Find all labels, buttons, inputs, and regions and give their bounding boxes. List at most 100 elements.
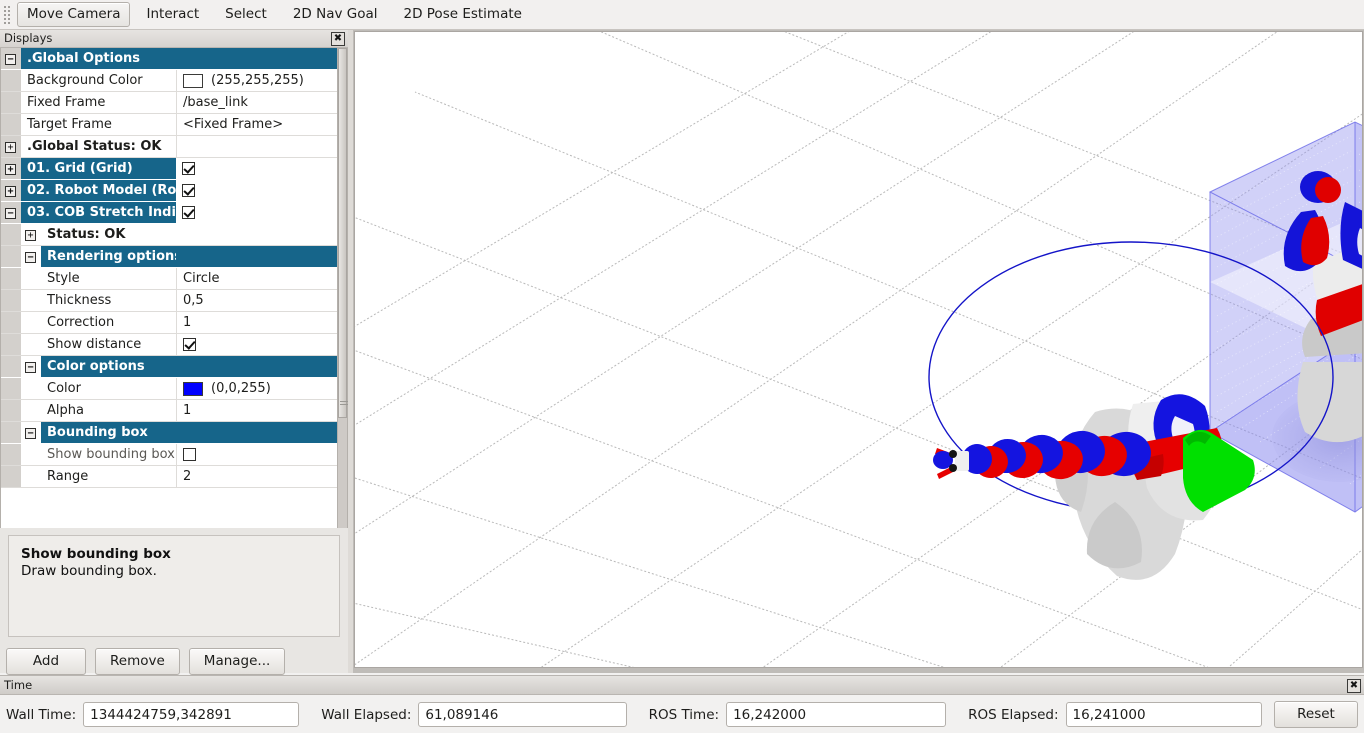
tree-row-grid-display[interactable]: + 01. Grid (Grid) <box>1 158 338 180</box>
expand-icon[interactable]: + <box>5 142 16 153</box>
fixed-frame-value[interactable]: /base_link <box>176 92 338 113</box>
tree-row-show-distance[interactable]: Show distance <box>1 334 338 356</box>
ros-time-input[interactable] <box>726 702 946 727</box>
manage-button[interactable]: Manage... <box>189 648 286 675</box>
tool-interact[interactable]: Interact <box>136 2 209 27</box>
wall-elapsed-input[interactable] <box>418 702 626 727</box>
alpha-value[interactable]: 1 <box>176 400 338 421</box>
tree-row-value[interactable] <box>176 158 338 179</box>
tree-row-label: Alpha <box>41 400 176 421</box>
add-button[interactable]: Add <box>6 648 86 675</box>
tree-row-value[interactable]: (255,255,255) <box>176 70 338 91</box>
tree-row-color[interactable]: Color (0,0,255) <box>1 378 338 400</box>
cob-stretch-enabled-checkbox[interactable] <box>182 206 195 219</box>
reset-button[interactable]: Reset <box>1274 701 1358 728</box>
ros-elapsed-input[interactable] <box>1066 702 1262 727</box>
toolbar-drag-handle[interactable] <box>2 4 11 26</box>
show-bounding-box-checkbox[interactable] <box>183 448 196 461</box>
tree-row-label: 02. Robot Model (Ro <box>21 180 176 201</box>
expand-icon[interactable]: + <box>5 164 16 175</box>
style-value[interactable]: Circle <box>176 268 338 289</box>
target-frame-value[interactable]: <Fixed Frame> <box>176 114 338 135</box>
tree-row-label: Fixed Frame <box>21 92 176 113</box>
tree-row-value <box>176 136 338 157</box>
tree-row-show-bounding-box[interactable]: Show bounding box <box>1 444 338 466</box>
tree-subgutter <box>21 334 41 355</box>
tree-gutter <box>1 400 21 421</box>
color-swatch-blue[interactable] <box>183 382 203 396</box>
close-icon[interactable]: ✖ <box>331 32 345 46</box>
tree-row-alpha[interactable]: Alpha 1 <box>1 400 338 422</box>
collapse-icon[interactable]: − <box>5 208 16 219</box>
tree-row-value <box>176 224 338 245</box>
tree-gutter <box>1 312 21 333</box>
correction-value[interactable]: 1 <box>176 312 338 333</box>
collapse-icon[interactable]: − <box>25 362 36 373</box>
collapse-icon[interactable]: − <box>5 54 16 65</box>
grid-enabled-checkbox[interactable] <box>182 162 195 175</box>
tree-row-label: Thickness <box>41 290 176 311</box>
tree-row-style[interactable]: Style Circle <box>1 268 338 290</box>
displays-panel-title: Displays <box>4 32 52 45</box>
tree-subgutter <box>21 268 41 289</box>
scrollbar-thumb[interactable] <box>338 48 347 418</box>
tool-2d-nav-goal[interactable]: 2D Nav Goal <box>283 2 388 27</box>
tree-gutter <box>1 114 21 135</box>
displays-tree: − .Global Options Background Color (255,… <box>0 48 348 528</box>
horizontal-splitter-handle[interactable] <box>995 656 1115 666</box>
tree-row-value <box>176 48 338 69</box>
time-fields-row: Wall Time: Wall Elapsed: ROS Time: ROS E… <box>0 695 1364 733</box>
tree-row-target-frame[interactable]: Target Frame <Fixed Frame> <box>1 114 338 136</box>
tree-row-cob-status[interactable]: + Status: OK <box>1 224 338 246</box>
tree-subgutter <box>21 400 41 421</box>
render-view-3d[interactable] <box>354 31 1363 668</box>
tree-row-fixed-frame[interactable]: Fixed Frame /base_link <box>1 92 338 114</box>
remove-button[interactable]: Remove <box>95 648 180 675</box>
tree-gutter <box>1 334 21 355</box>
tree-row-label: Color options <box>41 356 176 377</box>
collapse-icon[interactable]: − <box>25 252 36 263</box>
tree-row-value[interactable] <box>176 334 338 355</box>
tree-gutter: + <box>1 136 21 157</box>
tree-row-bounding-box[interactable]: − Bounding box <box>1 422 338 444</box>
tree-row-label: Target Frame <box>21 114 176 135</box>
tree-row-global-status[interactable]: + .Global Status: OK <box>1 136 338 158</box>
tree-row-background-color[interactable]: Background Color (255,255,255) <box>1 70 338 92</box>
tree-row-value[interactable]: (0,0,255) <box>176 378 338 399</box>
tree-row-robot-model-display[interactable]: + 02. Robot Model (Ro <box>1 180 338 202</box>
ros-elapsed-label: ROS Elapsed: <box>968 707 1058 723</box>
tree-row-global-options[interactable]: − .Global Options <box>1 48 338 70</box>
tree-gutter: + <box>1 180 21 201</box>
tree-gutter: − <box>1 48 21 69</box>
tree-row-thickness[interactable]: Thickness 0,5 <box>1 290 338 312</box>
time-panel-title: Time <box>4 678 32 692</box>
tool-move-camera[interactable]: Move Camera <box>17 2 130 27</box>
range-value[interactable]: 2 <box>176 466 338 487</box>
thickness-value[interactable]: 0,5 <box>176 290 338 311</box>
tree-row-label: Color <box>41 378 176 399</box>
tree-row-value[interactable] <box>176 202 338 223</box>
tree-row-color-options[interactable]: − Color options <box>1 356 338 378</box>
close-icon[interactable]: ✖ <box>1347 679 1361 693</box>
expand-icon[interactable]: + <box>5 186 16 197</box>
color-swatch-white[interactable] <box>183 74 203 88</box>
tool-2d-pose-estimate[interactable]: 2D Pose Estimate <box>394 2 532 27</box>
tree-row-value[interactable] <box>176 180 338 201</box>
tree-row-correction[interactable]: Correction 1 <box>1 312 338 334</box>
robot-model-enabled-checkbox[interactable] <box>182 184 195 197</box>
tree-gutter: + <box>1 158 21 179</box>
displays-tree-scrollbar[interactable] <box>337 48 347 528</box>
tool-select[interactable]: Select <box>215 2 277 27</box>
tree-row-rendering-options[interactable]: − Rendering options <box>1 246 338 268</box>
expand-icon[interactable]: + <box>25 230 36 241</box>
tree-gutter <box>1 70 21 91</box>
collapse-icon[interactable]: − <box>25 428 36 439</box>
tree-row-cob-stretch-display[interactable]: − 03. COB Stretch Indi <box>1 202 338 224</box>
show-distance-checkbox[interactable] <box>183 338 196 351</box>
wall-time-input[interactable] <box>83 702 299 727</box>
tree-row-value[interactable] <box>176 444 338 465</box>
displays-panel: Displays ✖ − .Global Options Background … <box>0 30 348 673</box>
tree-row-range[interactable]: Range 2 <box>1 466 338 488</box>
help-text: Draw bounding box. <box>21 563 327 580</box>
tree-subgutter: − <box>21 356 41 377</box>
